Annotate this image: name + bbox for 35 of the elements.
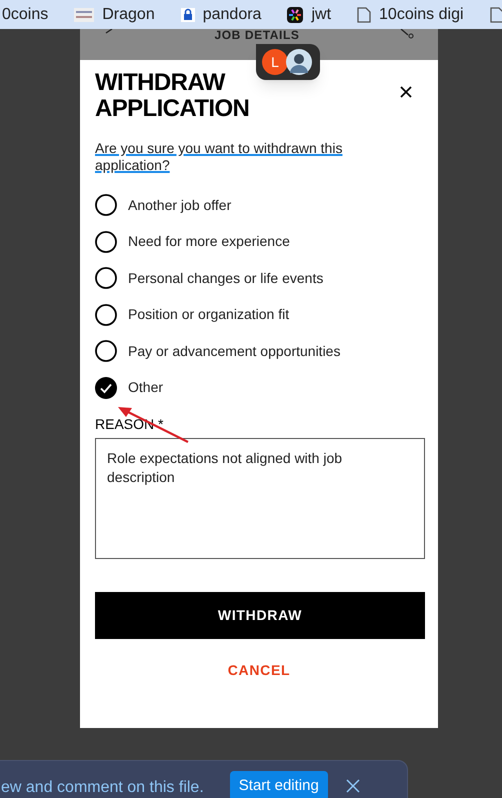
page-icon	[357, 6, 372, 22]
bookmark-link[interactable]: Dragon	[102, 2, 155, 26]
option-label: Other	[128, 378, 164, 398]
radio-button[interactable]	[95, 230, 117, 253]
site-logo-icon	[74, 8, 94, 22]
share-icon[interactable]	[400, 29, 414, 39]
banner-text: ew and comment on this file.	[1, 778, 204, 798]
bookmark-link[interactable]: pandora	[202, 2, 262, 26]
radio-button[interactable]	[95, 376, 117, 399]
radio-button[interactable]	[95, 267, 117, 290]
close-icon[interactable]	[400, 86, 412, 98]
question-text: Are you sure you want to withdrawn this application?	[95, 140, 344, 174]
option-label: Position or organization fit	[128, 305, 290, 324]
option-label: Pay or advancement opportunities	[128, 342, 340, 361]
cancel-button[interactable]: CANCEL	[228, 660, 290, 681]
burst-icon	[287, 6, 304, 22]
reason-label: REASON *	[95, 415, 164, 434]
reason-field[interactable]: Role expectations not aligned with job description	[95, 438, 425, 559]
user-avatar[interactable]: L	[262, 49, 288, 75]
header-title: JOB DETAILS	[214, 29, 300, 42]
dialog-title: WITHDRAW APPLICATION	[95, 70, 250, 122]
option-label: Personal changes or life events	[128, 268, 324, 288]
withdraw-button[interactable]: WITHDRAW	[95, 592, 425, 639]
bookmark-link[interactable]: jwt	[311, 2, 332, 26]
lock-icon	[180, 8, 195, 22]
option-label: Another job offer	[128, 196, 232, 215]
radio-button[interactable]	[95, 194, 117, 216]
page-icon	[490, 6, 502, 22]
bookmark-link[interactable]: 0coins	[2, 2, 48, 26]
start-editing-button[interactable]: Start editing	[230, 771, 328, 798]
option-label: Need for more experience	[128, 232, 290, 252]
bookmark-link[interactable]: 10coins digi	[379, 2, 464, 26]
radio-button[interactable]	[95, 340, 117, 362]
radio-button[interactable]	[95, 304, 117, 326]
user-avatar-icon[interactable]	[286, 49, 312, 75]
